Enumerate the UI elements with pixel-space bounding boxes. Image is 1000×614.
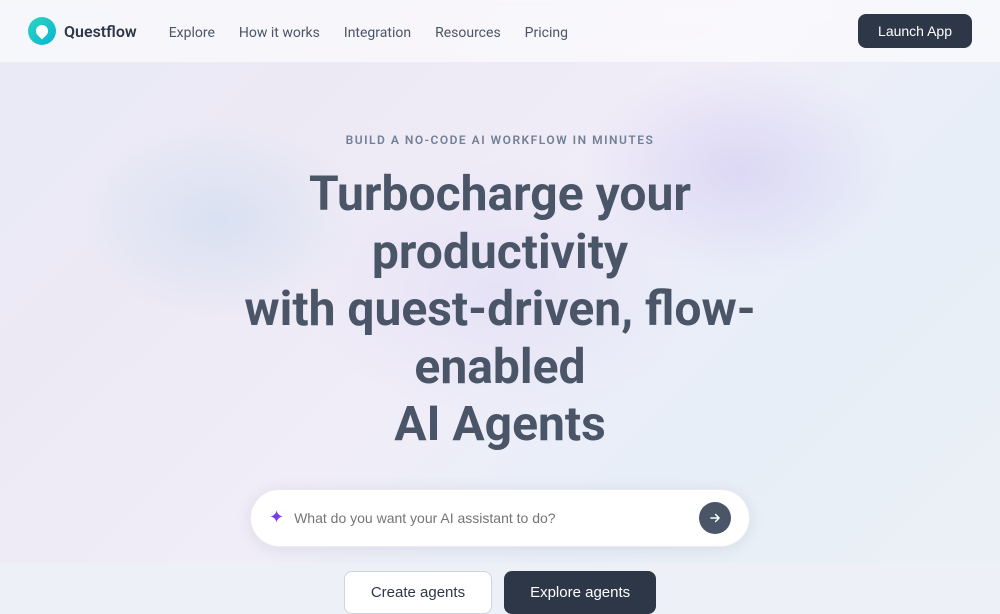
cta-buttons: Create agents Explore agents [344,571,656,614]
nav-links: Explore How it works Integration Resourc… [169,22,568,41]
explore-agents-button[interactable]: Explore agents [504,571,656,614]
nav-link-pricing[interactable]: Pricing [525,25,568,41]
hero-title: Turbocharge your productivity with quest… [190,165,810,453]
hero-title-line1: Turbocharge your productivity [309,165,691,280]
nav-link-resources[interactable]: Resources [435,25,501,41]
logo-text: Questflow [64,22,137,41]
hero-title-line2: with quest-driven, flow-enabled [244,280,755,395]
nav-left: Questflow Explore How it works Integrati… [28,17,568,45]
nav-link-how-it-works[interactable]: How it works [239,25,320,41]
nav-link-explore[interactable]: Explore [169,25,215,41]
launch-app-button[interactable]: Launch App [858,14,972,48]
search-bar: ✦ [250,489,750,547]
hero-subtitle: BUILD A NO-CODE AI WORKFLOW IN MINUTES [346,133,655,147]
search-input[interactable] [294,510,699,526]
hero-title-line3: AI Agents [394,395,606,452]
logo[interactable]: Questflow [28,17,137,45]
navbar: Questflow Explore How it works Integrati… [0,0,1000,63]
nav-link-integration[interactable]: Integration [344,25,411,41]
hero-section: BUILD A NO-CODE AI WORKFLOW IN MINUTES T… [0,63,1000,614]
create-agents-button[interactable]: Create agents [344,571,492,614]
sparkle-icon-wrapper: ✦ [269,507,284,528]
arrow-right-icon [708,511,722,525]
sparkle-icon: ✦ [269,507,284,528]
search-submit-button[interactable] [699,502,731,534]
logo-icon [28,17,56,45]
